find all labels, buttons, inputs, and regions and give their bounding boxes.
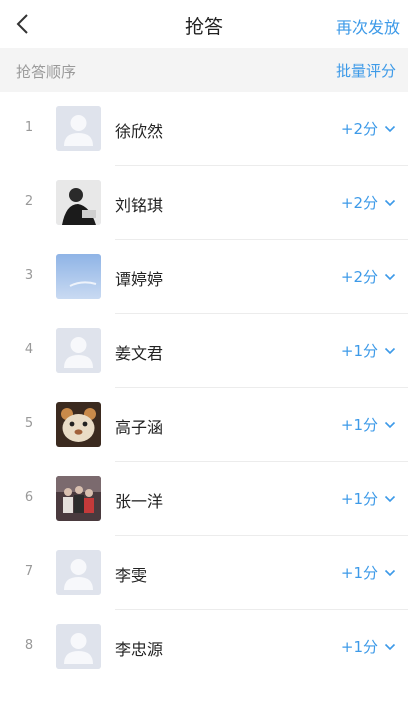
chevron-down-icon (384, 495, 396, 502)
avatar (56, 254, 101, 299)
rank-number: 4 (24, 342, 34, 357)
user-photo-icon (56, 254, 101, 299)
list-item[interactable]: 4 姜文君 +1分 (0, 314, 408, 388)
score-dropdown[interactable]: +1分 (341, 340, 396, 361)
student-name: 李忠源 (115, 640, 164, 659)
list-item[interactable]: 3 谭婷婷 +2分 (0, 240, 408, 314)
batch-score-button[interactable]: 批量评分 (336, 60, 396, 81)
user-photo-icon (56, 476, 101, 521)
student-name: 高子涵 (115, 418, 164, 437)
avatar (56, 180, 101, 225)
score-dropdown[interactable]: +2分 (341, 266, 396, 287)
score-label: +1分 (340, 638, 378, 656)
rank-number: 6 (24, 490, 34, 505)
back-chevron-icon (16, 14, 28, 34)
list-item[interactable]: 2 刘铭琪 +2分 (0, 166, 408, 240)
user-photo-icon (56, 402, 101, 447)
rank-number: 5 (24, 416, 34, 431)
reissue-button[interactable]: 再次发放 (336, 14, 400, 38)
rank-number: 8 (24, 638, 34, 653)
user-photo-icon (56, 180, 101, 225)
score-dropdown[interactable]: +1分 (341, 562, 396, 583)
list-item[interactable]: 7 李雯 +1分 (0, 536, 408, 610)
student-name: 张一洋 (115, 492, 164, 511)
chevron-down-icon (384, 421, 396, 428)
chevron-down-icon (384, 347, 396, 354)
rank-number: 3 (24, 268, 34, 283)
answer-order-list: 1 徐欣然 +2分 2 刘铭琪 +2分 3 谭婷婷 +2分 4 姜文君 +1分 5 高子涵 +1分 6 张一洋 +… (0, 92, 408, 684)
score-label: +1分 (340, 564, 378, 582)
rank-number: 7 (24, 564, 34, 579)
default-avatar-icon (56, 106, 101, 151)
default-avatar-icon (56, 550, 101, 595)
score-dropdown[interactable]: +1分 (341, 636, 396, 657)
section-header: 抢答顺序 批量评分 (0, 48, 408, 92)
back-button[interactable] (10, 10, 38, 38)
default-avatar-icon (56, 328, 101, 373)
avatar (56, 402, 101, 447)
score-label: +2分 (340, 120, 378, 138)
chevron-down-icon (384, 643, 396, 650)
avatar (56, 328, 101, 373)
rank-number: 1 (24, 120, 34, 135)
list-item[interactable]: 8 李忠源 +1分 (0, 610, 408, 684)
student-name: 李雯 (115, 566, 148, 585)
avatar (56, 476, 101, 521)
score-dropdown[interactable]: +1分 (341, 414, 396, 435)
student-name: 谭婷婷 (115, 270, 164, 289)
list-item[interactable]: 6 张一洋 +1分 (0, 462, 408, 536)
avatar (56, 106, 101, 151)
avatar (56, 624, 101, 669)
score-label: +1分 (340, 490, 378, 508)
student-name: 姜文君 (115, 344, 164, 363)
score-label: +1分 (340, 416, 378, 434)
score-dropdown[interactable]: +1分 (341, 488, 396, 509)
student-name: 徐欣然 (115, 122, 164, 141)
score-dropdown[interactable]: +2分 (341, 118, 396, 139)
list-item[interactable]: 5 高子涵 +1分 (0, 388, 408, 462)
chevron-down-icon (384, 199, 396, 206)
chevron-down-icon (384, 125, 396, 132)
nav-bar: 抢答 再次发放 (0, 0, 408, 48)
score-dropdown[interactable]: +2分 (341, 192, 396, 213)
score-label: +2分 (340, 194, 378, 212)
rank-number: 2 (24, 194, 34, 209)
list-item[interactable]: 1 徐欣然 +2分 (0, 92, 408, 166)
score-label: +1分 (340, 342, 378, 360)
chevron-down-icon (384, 569, 396, 576)
default-avatar-icon (56, 624, 101, 669)
avatar (56, 550, 101, 595)
student-name: 刘铭琪 (115, 196, 164, 215)
score-label: +2分 (340, 268, 378, 286)
section-label: 抢答顺序 (16, 63, 77, 81)
chevron-down-icon (384, 273, 396, 280)
